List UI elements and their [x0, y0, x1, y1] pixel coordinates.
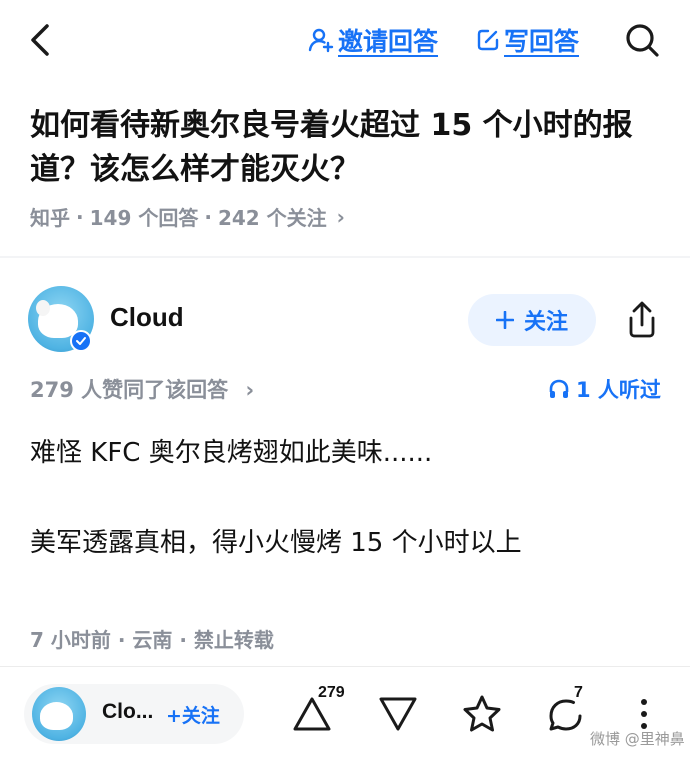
upvote-count: 279 [318, 684, 345, 701]
answer-meta: 7 小时前 · 云南 · 禁止转载 [30, 628, 274, 652]
star-icon [463, 695, 501, 732]
chevron-left-icon [31, 24, 49, 56]
write-answer-label: 写回答 [504, 27, 580, 56]
listen-count-text: 1 人听过 [576, 378, 661, 402]
agree-count[interactable]: 279 人赞同了该回答 › [30, 374, 254, 404]
more-vertical-icon [641, 699, 647, 729]
back-button[interactable] [22, 22, 58, 58]
answer-author-row: Cloud 关注 [0, 286, 690, 354]
bottom-action-bar: Clo... +关注 279 7 微博 @里神鼻 [0, 668, 690, 758]
avatar-ear-shape [36, 300, 50, 316]
question-source: 知乎 [30, 206, 70, 230]
verified-badge-icon [70, 330, 92, 352]
chevron-right-icon: › [245, 378, 255, 402]
avatar[interactable] [32, 687, 86, 741]
headphones-icon [549, 379, 569, 398]
search-button[interactable] [622, 20, 662, 60]
top-bar: 邀请回答 写回答 [0, 0, 690, 84]
downvote-button[interactable] [376, 692, 420, 736]
author-name[interactable]: Cloud [110, 302, 184, 333]
plus-icon [495, 311, 514, 329]
add-user-icon [308, 28, 334, 53]
share-button[interactable] [620, 298, 664, 342]
comment-count: 7 [574, 684, 583, 701]
write-answer-button[interactable]: 写回答 [476, 22, 579, 58]
author-name-short: Clo... [102, 700, 154, 723]
follower-count: 242 个关注 [217, 206, 327, 230]
share-icon [629, 301, 655, 338]
meta-separator: · [76, 204, 84, 229]
invite-answer-button[interactable]: 邀请回答 [308, 22, 438, 58]
watermark: 微博 @里神鼻 [590, 730, 685, 748]
answer-count: 149 个回答 [89, 206, 199, 230]
downvote-triangle-icon [379, 697, 417, 731]
listen-count[interactable]: 1 人听过 [548, 374, 661, 404]
chevron-right-icon: › [336, 204, 345, 229]
avatar-dog-shape [40, 702, 73, 730]
answer-paragraph: 美军透露真相，得小火慢烤 15 个小时以上 [30, 528, 522, 558]
favorite-button[interactable] [460, 692, 504, 736]
agree-count-text: 279 人赞同了该回答 [30, 378, 229, 402]
divider [0, 256, 690, 258]
follow-button[interactable]: +关注 [166, 701, 220, 728]
question-title[interactable]: 如何看待新奥尔良号着火超过 15 个小时的报道？该怎么样才能灭火？ [30, 104, 660, 192]
bottom-author-chip[interactable]: Clo... +关注 [24, 684, 244, 744]
question-meta[interactable]: 知乎 · 149 个回答 · 242 个关注 › [30, 202, 345, 231]
follow-label: 关注 [523, 310, 568, 335]
search-icon [626, 24, 659, 57]
edit-icon [477, 29, 499, 51]
divider [0, 666, 690, 667]
follow-button[interactable]: 关注 [468, 294, 596, 346]
answer-paragraph: 难怪 KFC 奥尔良烤翅如此美味...... [30, 438, 433, 468]
meta-separator: · [204, 204, 212, 229]
invite-answer-label: 邀请回答 [338, 27, 439, 56]
